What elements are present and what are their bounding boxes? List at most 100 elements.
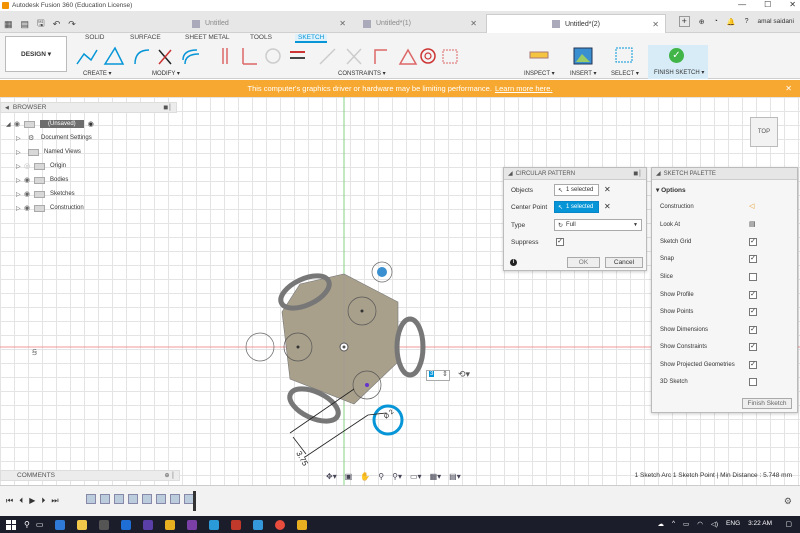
browser-pin-icon[interactable]: ◼│ (163, 104, 172, 111)
zoom-icon[interactable]: ⚲ (378, 472, 384, 481)
collapse-browser-icon[interactable]: ◀ (5, 105, 9, 111)
visibility-eye-icon[interactable]: ◎ (24, 162, 34, 170)
language-indicator[interactable]: ENG (726, 520, 740, 528)
teams-icon[interactable] (143, 519, 154, 530)
save-icon[interactable]: 🖫 (37, 16, 45, 32)
timeline-feature[interactable] (142, 494, 152, 504)
close-tab-icon[interactable]: ✕ (470, 19, 477, 28)
minimize-button[interactable]: — (738, 0, 746, 9)
tab-untitled-2[interactable]: Untitled*(2) ✕ (486, 14, 666, 33)
expand-icon[interactable]: ▷ (16, 191, 24, 198)
pan-hand-icon[interactable]: ✋ (360, 472, 370, 481)
type-select[interactable]: ↻ Full ▼ (554, 219, 642, 231)
browser-item-root[interactable]: ◢ ◉ (Unsaved) ◉ (6, 117, 94, 131)
quantity-spinner-icon[interactable]: ⇕ (442, 370, 448, 378)
options-section-title[interactable]: ▾ Options (656, 186, 686, 194)
tab-surface[interactable]: SURFACE (130, 34, 161, 41)
wifi-icon[interactable]: ◠ (697, 520, 703, 528)
undo-icon[interactable]: ↶ (53, 19, 61, 30)
browser-item-origin[interactable]: ▷ ◎ Origin (6, 159, 94, 173)
browser-item-bodies[interactable]: ▷ ◉ Bodies (6, 173, 94, 187)
look-at-nav-icon[interactable]: ▣ (345, 472, 353, 481)
step-forward-icon[interactable]: ⏵ (41, 496, 45, 506)
clear-objects-icon[interactable]: ✕ (604, 185, 611, 194)
active-radio-icon[interactable]: ◉ (88, 120, 94, 128)
show-dimensions-checkbox[interactable]: ✓ (749, 326, 757, 334)
create-tools-icons[interactable] (75, 46, 125, 66)
select-window-icon[interactable] (614, 46, 636, 66)
tab-untitled-1[interactable]: Untitled*(1) ✕ (353, 14, 483, 33)
tab-sketch[interactable]: SKETCH (295, 34, 328, 43)
browser-item-sketches[interactable]: ▷ ◉ Sketches (6, 187, 94, 201)
timeline-feature[interactable] (100, 494, 110, 504)
mail-icon[interactable] (121, 519, 132, 530)
maximize-button[interactable]: ☐ (764, 0, 771, 9)
sketch-grid-checkbox[interactable]: ✓ (749, 238, 757, 246)
workspace-switcher[interactable]: DESIGN ▾ (5, 36, 67, 72)
tray-chevron-icon[interactable]: ^ (672, 520, 675, 528)
chrome-icon[interactable] (275, 519, 286, 530)
finish-sketch-button[interactable]: ✓ FINISH SKETCH ▾ (648, 45, 708, 79)
visibility-eye-icon[interactable]: ◉ (24, 204, 34, 212)
battery-icon[interactable]: ▭ (683, 520, 689, 528)
app-icon-purple[interactable] (187, 519, 198, 530)
orbit-icon[interactable]: ✥▾ (326, 472, 337, 481)
modify-tools-icons[interactable] (133, 46, 203, 66)
timeline-feature[interactable] (170, 494, 180, 504)
inspect-menu[interactable]: INSPECT ▾ (524, 70, 555, 77)
timeline-feature[interactable] (156, 494, 166, 504)
tab-sheet-metal[interactable]: SHEET METAL (185, 34, 230, 41)
visibility-eye-icon[interactable]: ◉ (24, 190, 34, 198)
constraint-tools-icons[interactable] (215, 46, 460, 66)
timeline-feature[interactable] (114, 494, 124, 504)
file-menu-icon[interactable]: ▤ (21, 19, 30, 30)
skype-icon[interactable] (209, 519, 220, 530)
tab-solid[interactable]: SOLID (85, 34, 105, 41)
go-to-end-icon[interactable]: ⏭ (51, 496, 58, 506)
show-profile-checkbox[interactable]: ✓ (749, 291, 757, 299)
display-settings-icon[interactable]: ▭▾ (410, 472, 422, 481)
onedrive-icon[interactable]: ☁ (657, 520, 664, 528)
search-icon[interactable]: ⚲ (24, 520, 30, 529)
timeline-settings-gear-icon[interactable]: ⚙ (784, 496, 792, 507)
timeline-feature[interactable] (128, 494, 138, 504)
cancel-button[interactable]: Cancel (605, 257, 643, 268)
angle-rotate-icon[interactable]: ⟲▾ (458, 369, 470, 380)
close-tab-icon[interactable]: ✕ (652, 20, 659, 29)
expand-icon[interactable]: ◢ (6, 121, 14, 128)
new-tab-button[interactable]: + (678, 16, 690, 27)
visibility-eye-icon[interactable]: ◉ (14, 120, 24, 128)
constraints-menu[interactable]: CONSTRAINTS ▾ (338, 70, 386, 77)
data-panel-grid-icon[interactable]: ▦ (4, 19, 13, 30)
3d-sketch-checkbox[interactable] (749, 378, 757, 386)
modify-menu[interactable]: MODIFY ▾ (152, 70, 180, 77)
snap-checkbox[interactable]: ✓ (749, 255, 757, 263)
dialog-pin-icon[interactable]: ◼│ (633, 170, 642, 177)
fusion-taskbar-icon-2[interactable] (297, 519, 308, 530)
construction-toggle-icon[interactable]: ◁ (749, 202, 754, 210)
learn-more-link[interactable]: Learn more here. (495, 84, 553, 93)
go-to-start-icon[interactable]: ⏮ (6, 496, 13, 506)
expand-icon[interactable]: ▷ (16, 177, 24, 184)
objects-selection[interactable]: ↖ 1 selected (554, 184, 599, 196)
add-comment-icon[interactable]: ⊕ │ (165, 472, 175, 479)
collapse-palette-icon[interactable]: ◢ (656, 170, 661, 177)
expand-icon[interactable]: ▷ (16, 149, 24, 156)
slice-checkbox[interactable] (749, 273, 757, 281)
create-menu[interactable]: CREATE ▾ (83, 70, 112, 77)
palette-finish-sketch-button[interactable]: Finish Sketch (742, 398, 792, 409)
extensions-icon[interactable]: ⊕ (699, 18, 705, 26)
user-name[interactable]: amal saidani (758, 18, 795, 25)
fusion-taskbar-icon[interactable] (165, 519, 176, 530)
app-icon-blue[interactable] (253, 519, 264, 530)
help-icon[interactable]: ? (745, 18, 749, 25)
expand-icon[interactable]: ▷ (16, 163, 24, 170)
collapse-dialog-icon[interactable]: ◢ (508, 170, 513, 177)
insert-menu[interactable]: INSERT ▾ (570, 70, 596, 77)
app-icon-red[interactable] (231, 519, 242, 530)
edge-icon[interactable] (55, 519, 66, 530)
browser-item-construction[interactable]: ▷ ◉ Construction (6, 201, 94, 215)
expand-icon[interactable]: ▷ (16, 205, 24, 212)
job-status-icon[interactable]: ◔ (714, 18, 718, 25)
look-at-icon[interactable]: ▤ (749, 220, 756, 228)
